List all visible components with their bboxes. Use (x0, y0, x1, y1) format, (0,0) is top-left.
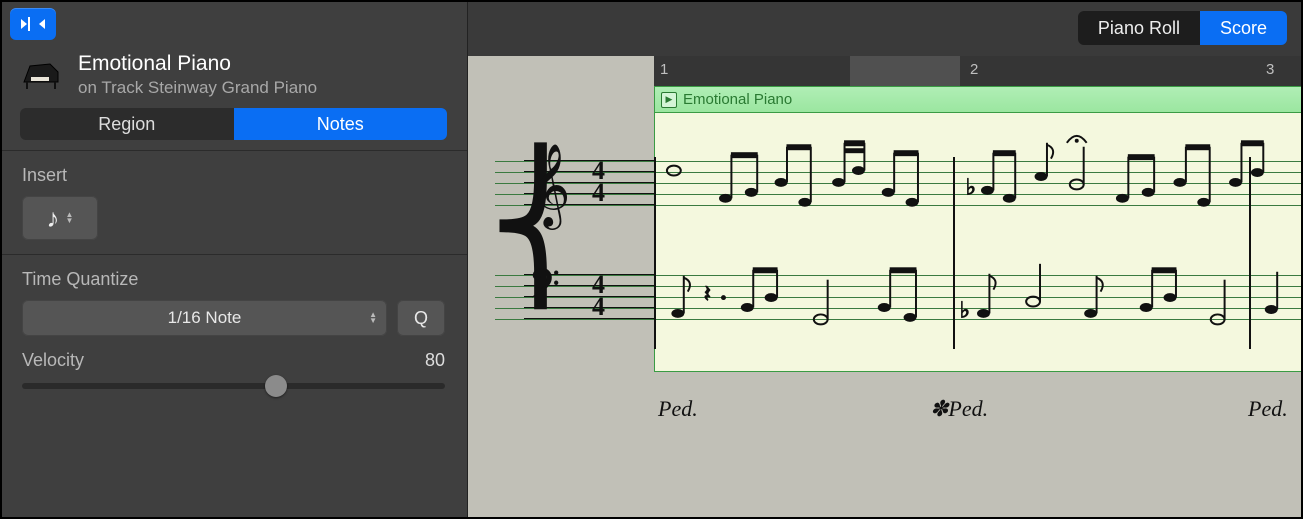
svg-text:♭: ♭ (960, 298, 970, 322)
bar-ruler[interactable]: 1 2 3 (654, 56, 1303, 86)
svg-text:𝄽: 𝄽 (704, 282, 711, 308)
pedal-release-mark: ✽Ped. (930, 396, 988, 422)
play-icon: ▶ (661, 92, 677, 108)
pedal-mark: Ped. (1248, 396, 1288, 422)
velocity-slider-thumb[interactable] (265, 375, 287, 397)
pedal-mark: Ped. (658, 396, 698, 422)
treble-clef-icon: 𝄞 (528, 144, 571, 228)
tab-region[interactable]: Region (20, 108, 234, 140)
svg-text:♭: ♭ (966, 175, 976, 199)
catch-playhead-button[interactable] (10, 8, 56, 40)
insert-note-popup[interactable]: ♪ ▲▼ (22, 196, 98, 240)
instrument-subtitle: on Track Steinway Grand Piano (78, 78, 317, 98)
bass-clef-icon: 𝄢 (528, 260, 560, 319)
stepper-arrows-icon: ▲▼ (66, 212, 74, 224)
insert-label: Insert (22, 165, 445, 186)
score-editor: Piano Roll Score 1 2 3 ▶ Emotional Piano (468, 0, 1303, 519)
bar-number: 3 (1266, 61, 1274, 78)
score-canvas[interactable]: ▶ Emotional Piano (468, 86, 1303, 519)
tab-piano-roll[interactable]: Piano Roll (1078, 11, 1200, 45)
time-quantize-label: Time Quantize (22, 269, 445, 290)
region-header[interactable]: ▶ Emotional Piano (654, 86, 1303, 112)
score-notes: ♭ (655, 113, 1302, 371)
time-quantize-select[interactable]: 1/16 Note ▲▼ (22, 300, 387, 336)
velocity-slider[interactable] (22, 383, 445, 389)
instrument-icon (20, 57, 64, 93)
quantize-button[interactable]: Q (397, 300, 445, 336)
bar-number: 2 (970, 61, 978, 78)
instrument-title: Emotional Piano (78, 52, 317, 76)
region-name: Emotional Piano (683, 91, 792, 108)
time-quantize-value: 1/16 Note (168, 308, 242, 328)
stepper-arrows-icon: ▲▼ (369, 312, 377, 324)
bar-number: 1 (660, 61, 668, 78)
tab-notes[interactable]: Notes (234, 108, 448, 140)
region-body[interactable]: ♭ (654, 112, 1303, 372)
velocity-value[interactable]: 80 (425, 350, 445, 371)
velocity-label: Velocity (22, 350, 84, 371)
inspector-sidebar: Emotional Piano on Track Steinway Grand … (0, 0, 468, 519)
cycle-range[interactable] (850, 56, 960, 86)
eighth-note-icon: ♪ (47, 203, 60, 234)
tab-score[interactable]: Score (1200, 11, 1287, 45)
